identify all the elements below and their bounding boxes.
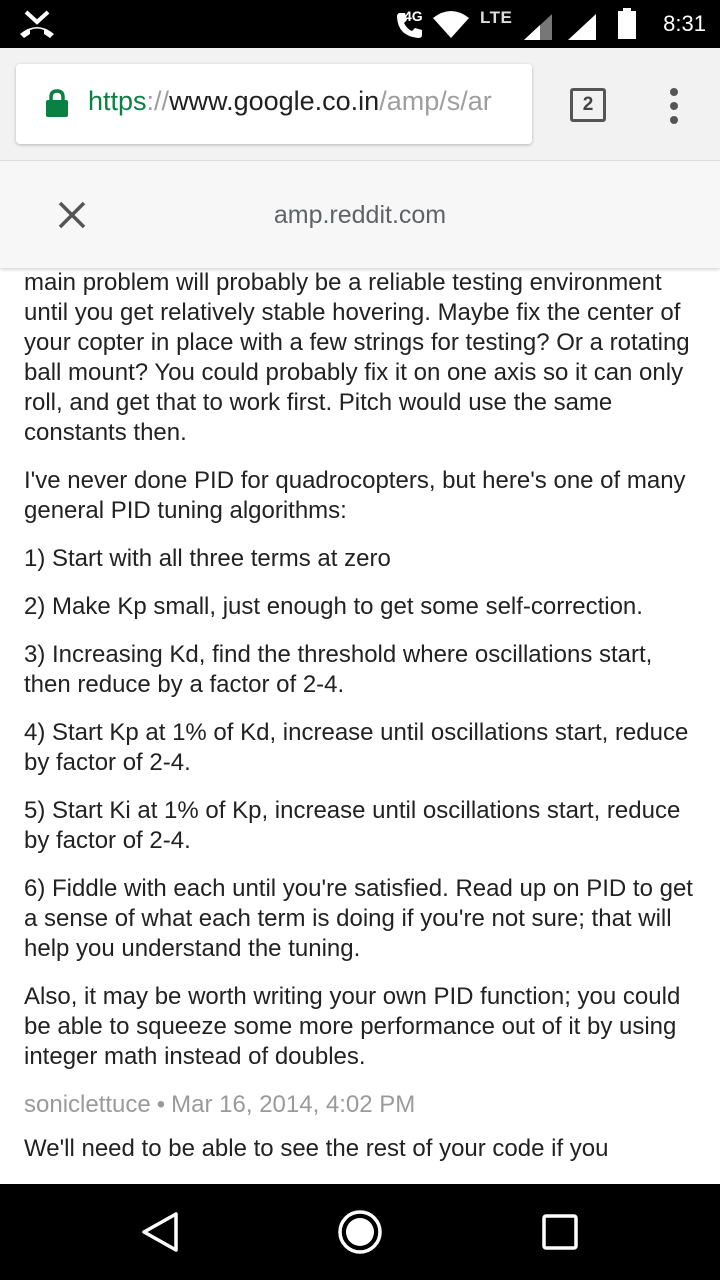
missed-call-icon [20,10,54,38]
clock: 8:31 [663,11,706,36]
signal-icon [524,14,552,40]
comment-paragraph: 1) Start with all three terms at zero [24,545,391,572]
comment-meta: soniclettuce • Mar 16, 2014, 4:02 PM [24,1090,704,1120]
amp-domain: amp.reddit.com [273,201,447,229]
url-path: /amp/s/ar [379,86,492,116]
overflow-menu-icon[interactable] [660,86,688,126]
comment-author[interactable]: soniclettuce [24,1091,151,1118]
url-scheme: https [88,86,147,116]
comment-paragraph: 2) Make Kp small, just enough to get som… [24,593,643,620]
network-type-label: 4G [404,8,423,24]
url-fade [492,64,532,144]
home-icon[interactable] [336,1208,384,1256]
comment-paragraph: 5) Start Ki at 1% of Kp, increase until … [24,797,681,854]
browser-toolbar: https://www.google.co.in/amp/s/ar 2 [0,48,720,160]
signal-icon [568,14,596,40]
comment-content: main problem will probably be a reliable… [24,268,704,1184]
url-host: www.google.co.in [169,86,380,116]
comment-timestamp: Mar 16, 2014, 4:02 PM [171,1091,416,1118]
lte-label: LTE [480,8,513,27]
navigation-bar [0,1184,720,1280]
comment-paragraph: 4) Start Kp at 1% of Kd, increase until … [24,719,689,776]
lock-icon [46,89,68,117]
tab-count: 2 [582,94,594,115]
url-separator: :// [146,86,170,116]
comment-paragraph: I've never done PID for quadrocopters, b… [24,467,686,524]
back-icon[interactable] [136,1208,184,1256]
comment-paragraph: 3) Increasing Kd, find the threshold whe… [24,641,653,698]
recents-icon[interactable] [536,1208,584,1256]
battery-icon [618,8,636,39]
tab-switcher-button[interactable]: 2 [570,88,606,122]
status-bar: 4G LTE 8:31 [0,0,720,48]
comment-paragraph: We'll need to be able to see the rest of… [24,1135,609,1162]
amp-viewer-header: amp.reddit.com [0,160,720,268]
meta-separator: • [156,1091,166,1118]
comment-paragraph: 6) Fiddle with each until you're satisfi… [24,875,693,962]
wifi-icon [433,11,469,38]
url-bar[interactable]: https://www.google.co.in/amp/s/ar [16,64,532,144]
url-text[interactable]: https://www.google.co.in/amp/s/ar [88,86,492,117]
comment-paragraph: main problem will probably be a reliable… [24,269,690,446]
comment-paragraph: Also, it may be worth writing your own P… [24,983,681,1070]
